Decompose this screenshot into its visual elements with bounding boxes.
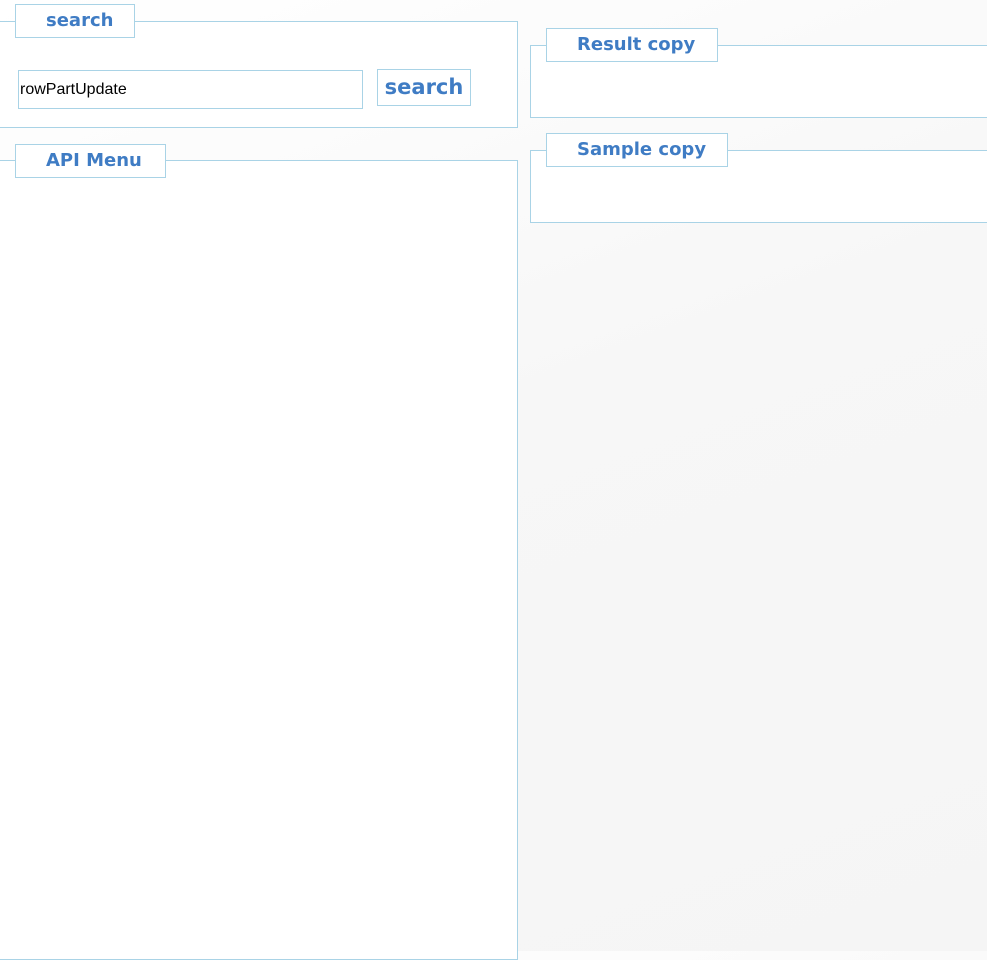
result-copy-legend: Result copy [546,28,718,62]
search-input[interactable] [18,70,363,109]
api-menu-legend: API Menu [15,144,166,178]
api-menu-panel [0,160,518,960]
sample-copy-legend: Sample copy [546,133,728,167]
search-button[interactable]: search [377,69,471,106]
search-section-legend: search [15,4,135,38]
